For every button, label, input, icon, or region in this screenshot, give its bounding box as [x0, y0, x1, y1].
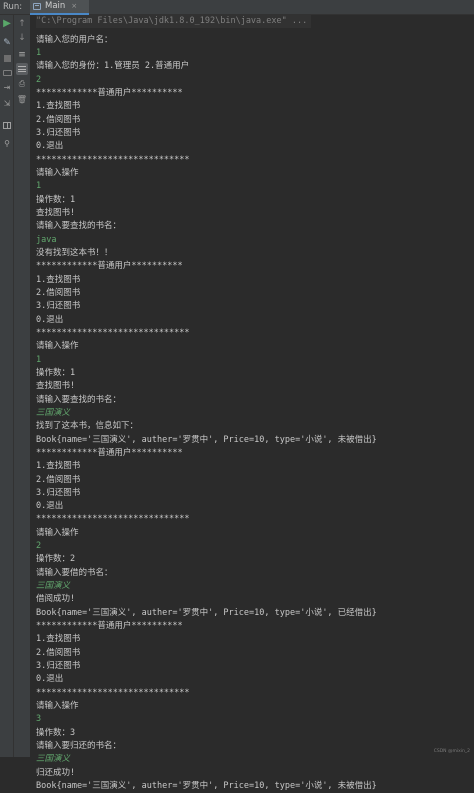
console-line: 3.归还图书 — [36, 661, 81, 672]
console-line: ****************************** — [36, 154, 190, 165]
console-line: 1.查找图书 — [36, 461, 81, 472]
console-line: ****************************** — [36, 687, 190, 698]
console-line: Book{name='三国演义', auther='罗贯中', Price=10… — [36, 434, 377, 445]
console-line: Book{name='三国演义', auther='罗贯中', Price=10… — [36, 607, 377, 618]
console-input-line: 1 — [36, 181, 42, 192]
console-line: 0.退出 — [36, 141, 64, 152]
console-line: 操作数：3 — [36, 727, 76, 738]
console-icon — [33, 2, 41, 10]
console-line: 1.查找图书 — [36, 634, 81, 645]
dump-threads-button[interactable] — [1, 67, 13, 79]
close-icon[interactable]: × — [71, 2, 77, 10]
soft-wrap-button[interactable]: ≡ — [16, 49, 28, 61]
rerun-button[interactable]: ▶ — [1, 18, 13, 30]
console-line: 查找图书! — [36, 207, 76, 218]
scroll-down-button[interactable]: ↓ — [16, 32, 28, 44]
play-icon: ▶ — [3, 18, 11, 29]
camera-icon — [2, 70, 12, 76]
exit-icon: ⇥ — [3, 83, 11, 92]
arrow-down-icon: ↓ — [18, 32, 26, 43]
layout-button[interactable] — [1, 119, 13, 131]
console-input-line: 三国演义 — [36, 407, 71, 418]
pushpin-icon: ⚲ — [4, 139, 10, 148]
console-output[interactable]: "C:\Program Files\Java\jdk1.8.0_192\bin\… — [36, 15, 466, 793]
console-input-line: 1 — [36, 354, 42, 365]
stop-button[interactable] — [1, 52, 13, 64]
console-line: 操作数：2 — [36, 554, 76, 565]
layout-icon — [3, 121, 11, 129]
console-line: 2.借阅图书 — [36, 114, 81, 125]
pin-icon: ⇲ — [3, 99, 11, 108]
console-line: 请输入要查找的书名： — [36, 221, 122, 232]
wrap-icon: ≡ — [18, 49, 26, 60]
settings-button[interactable]: ✎ — [1, 37, 13, 49]
console-line: 3.归还图书 — [36, 487, 81, 498]
scroll-end-icon — [18, 66, 26, 72]
console-line: 0.退出 — [36, 314, 64, 325]
tab-main[interactable]: Main × — [30, 0, 90, 15]
console-line: 请输入要查找的书名： — [36, 394, 122, 405]
pin-tab-button[interactable]: ⇲ — [1, 98, 13, 110]
console-line: 操作数：1 — [36, 194, 76, 205]
console-line: 请输入您的用户名： — [36, 34, 113, 45]
console-line: 没有找到这本书！！ — [36, 247, 113, 258]
console-line: 2.借阅图书 — [36, 647, 81, 658]
exit-button[interactable]: ⇥ — [1, 82, 13, 94]
run-label: Run: — [3, 2, 23, 12]
console-line: 0.退出 — [36, 674, 64, 685]
console-line: ************普通用户********** — [36, 87, 183, 98]
console-line: 请输入要归还的书名： — [36, 741, 122, 752]
tab-main-label: Main — [45, 1, 66, 11]
console-line: 3.归还图书 — [36, 127, 81, 138]
console-line: 请输入操作 — [36, 341, 79, 352]
console-line: 1.查找图书 — [36, 274, 81, 285]
scroll-to-end-button[interactable] — [16, 63, 28, 75]
console-input-line: 三国演义 — [36, 754, 71, 765]
scroll-up-button[interactable]: ↑ — [16, 18, 28, 30]
console-line: ************普通用户********** — [36, 621, 183, 632]
console-input-line: 3 — [36, 714, 42, 725]
console-input-line: 三国演义 — [36, 581, 71, 592]
console-line: 请输入要借的书名： — [36, 567, 113, 578]
console-line: 查找图书! — [36, 381, 76, 392]
console-line: 请输入操作 — [36, 167, 79, 178]
console-line: 找到了这本书，信息如下： — [36, 421, 139, 432]
console-input-line: java — [36, 234, 57, 245]
stop-icon — [3, 54, 11, 62]
console-command-line: "C:\Program Files\Java\jdk1.8.0_192\bin\… — [36, 15, 312, 29]
console-line: ****************************** — [36, 514, 190, 525]
console-input-line: 2 — [36, 541, 42, 552]
console-line: 请输入操作 — [36, 527, 79, 538]
console-line: 请输入操作 — [36, 701, 79, 712]
console-line: 2.借阅图书 — [36, 474, 81, 485]
printer-icon: ⎙ — [18, 79, 26, 88]
console-line: Book{name='三国演义', auther='罗贯中', Price=10… — [36, 781, 377, 792]
console-input-line: 2 — [36, 74, 42, 85]
console-line: 借阅成功! — [36, 594, 76, 605]
console-line: ************普通用户********** — [36, 447, 183, 458]
console-line: 操作数：1 — [36, 367, 76, 378]
console-line: 1.查找图书 — [36, 101, 81, 112]
console-line: ************普通用户********** — [36, 261, 183, 272]
run-toolbar-header: Run: Main × — [0, 0, 474, 15]
console-actions-toolbar: ↑ ↓ ≡ ⎙ 🗑 — [14, 15, 31, 757]
console-line: 3.归还图书 — [36, 301, 81, 312]
watermark: CSDN @mixin_2 — [433, 749, 470, 754]
arrow-up-icon: ↑ — [18, 18, 26, 29]
console-line: 0.退出 — [36, 501, 64, 512]
clear-all-button[interactable]: 🗑 — [16, 94, 28, 106]
pin-window-button[interactable]: ⚲ — [1, 138, 13, 150]
console-line: 归还成功! — [36, 767, 76, 778]
console-line: ****************************** — [36, 327, 190, 338]
run-actions-toolbar: ▶ ✎ ⇥ ⇲ ⚲ — [0, 15, 14, 757]
print-button[interactable]: ⎙ — [16, 78, 28, 90]
trash-icon: 🗑 — [16, 95, 28, 104]
console-line: 请输入您的身份：1.管理员 2.普通用户 — [36, 61, 190, 72]
console-input-line: 1 — [36, 48, 42, 58]
wrench-icon: ✎ — [3, 37, 11, 48]
console-line: 2.借阅图书 — [36, 287, 81, 298]
